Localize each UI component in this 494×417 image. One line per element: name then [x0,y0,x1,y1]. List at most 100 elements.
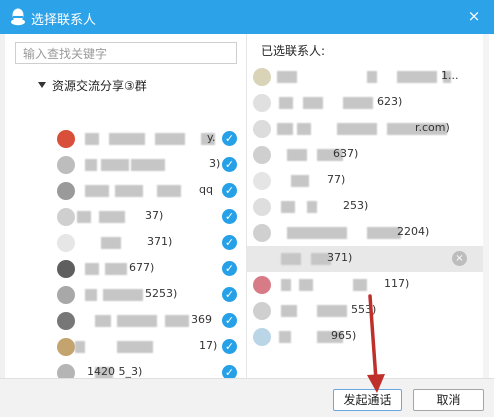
checkmark-icon[interactable]: ✓ [222,235,237,250]
blurred-name [105,263,127,275]
contact-row[interactable]: qq ✓ [5,178,246,204]
contact-name-suffix: 623) [377,95,403,108]
checkmark-icon[interactable]: ✓ [222,339,237,354]
blurred-name [131,159,165,171]
checkmark-icon[interactable]: ✓ [222,313,237,328]
contact-name-suffix: 637) [333,147,359,160]
contact-row[interactable]: 37) ✓ [5,204,246,230]
checkmark-icon[interactable]: ✓ [222,131,237,146]
avatar [57,182,75,200]
contact-name-suffix: 117) [384,277,410,290]
contact-name-suffix: r.com) [415,121,450,134]
selected-contacts-label: 已选联系人: [261,44,326,58]
blurred-name [281,279,291,291]
cancel-button[interactable]: 取消 [413,389,484,411]
blurred-name [85,159,97,171]
contact-row[interactable]: y. ✓ [5,126,246,152]
selected-contact-row[interactable]: 637) [247,142,489,168]
blurred-name [85,289,97,301]
contact-row[interactable]: 5253) ✓ [5,282,246,308]
close-icon[interactable]: × [466,8,482,24]
blurred-name [367,227,401,239]
avatar [57,156,75,174]
avatar [253,68,271,86]
blurred-name [101,237,121,249]
blurred-name [75,341,85,353]
blurred-name [353,279,367,291]
selected-contact-row[interactable]: r.com) [247,116,489,142]
group-header[interactable]: 资源交流分享③群 [38,77,147,94]
contact-name-suffix: 1... [441,69,459,82]
contact-row[interactable]: 17) ✓ [5,334,246,360]
blurred-name [299,279,313,291]
selected-contact-row[interactable]: 117) [247,272,489,298]
avatar [253,198,271,216]
start-call-button[interactable]: 发起通话 [333,389,402,411]
blurred-name [281,253,301,265]
select-contacts-dialog: 选择联系人 × 输入查找关键字 资源交流分享③群 y. ✓ 3) ✓ qq ✓ 37) ✓ 37… [0,0,494,417]
avatar [253,94,271,112]
blurred-name [277,123,293,135]
blurred-name [85,263,99,275]
avatar [253,120,271,138]
contact-row[interactable]: 677) ✓ [5,256,246,282]
avatar [57,130,75,148]
selected-contact-row[interactable]: 77) [247,168,489,194]
blurred-name [165,315,189,327]
blurred-name [337,123,377,135]
checkmark-icon[interactable]: ✓ [222,209,237,224]
search-input[interactable]: 输入查找关键字 [15,42,237,64]
blurred-name [297,123,311,135]
blurred-name [155,133,185,145]
avatar [57,234,75,252]
blurred-name [397,71,437,83]
remove-icon[interactable]: × [452,251,467,266]
contact-name-suffix: 371) [327,251,353,264]
avatar [253,328,271,346]
blurred-name [117,341,153,353]
selected-contact-row[interactable]: 965) [247,324,489,350]
blurred-name [157,185,181,197]
contact-row[interactable]: 369 ✓ [5,308,246,334]
blurred-name [317,305,347,317]
checkmark-icon[interactable]: ✓ [222,183,237,198]
checkmark-icon[interactable]: ✓ [222,157,237,172]
contact-name-suffix: 37) [145,209,164,222]
checkmark-icon[interactable]: ✓ [222,287,237,302]
blurred-name [281,201,295,213]
blurred-name [95,315,111,327]
selected-contact-row[interactable]: 371) × [247,246,489,272]
collapse-triangle-icon [38,82,46,88]
blurred-name [367,71,377,83]
blurred-name [115,185,143,197]
blurred-name [109,133,145,145]
selected-contact-row[interactable]: 623) [247,90,489,116]
qq-penguin-icon [11,8,25,26]
selected-list-scrollbar[interactable] [483,34,489,378]
contact-row[interactable]: 3) ✓ [5,152,246,178]
contact-name-suffix: 371) [147,235,173,248]
group-name: 资源交流分享③群 [52,79,147,93]
selected-contact-row[interactable]: 253) [247,194,489,220]
blurred-name [101,159,129,171]
title-bar: 选择联系人 × [0,0,494,34]
blurred-name [99,211,125,223]
selected-contacts-panel: 已选联系人: 1... 623) r.com) 637) 77) 253) 2204) 371… [246,34,489,378]
selected-contact-row[interactable]: 2204) [247,220,489,246]
selected-contact-row[interactable]: 1... [247,64,489,90]
blurred-name [85,185,109,197]
checkmark-icon[interactable]: ✓ [222,261,237,276]
selected-contact-row[interactable]: 553) [247,298,489,324]
blurred-name [343,97,373,109]
dialog-footer: 发起通话 取消 [0,378,494,417]
contact-name-suffix: 77) [327,173,346,186]
blurred-name [103,289,143,301]
contact-name-suffix: 677) [129,261,155,274]
contact-name-suffix: 965) [331,329,357,342]
blurred-name [277,71,297,83]
avatar [57,338,75,356]
blurred-name [281,305,297,317]
contact-name-suffix: y. [207,131,216,144]
contact-row[interactable]: 371) ✓ [5,230,246,256]
blurred-name [279,97,293,109]
